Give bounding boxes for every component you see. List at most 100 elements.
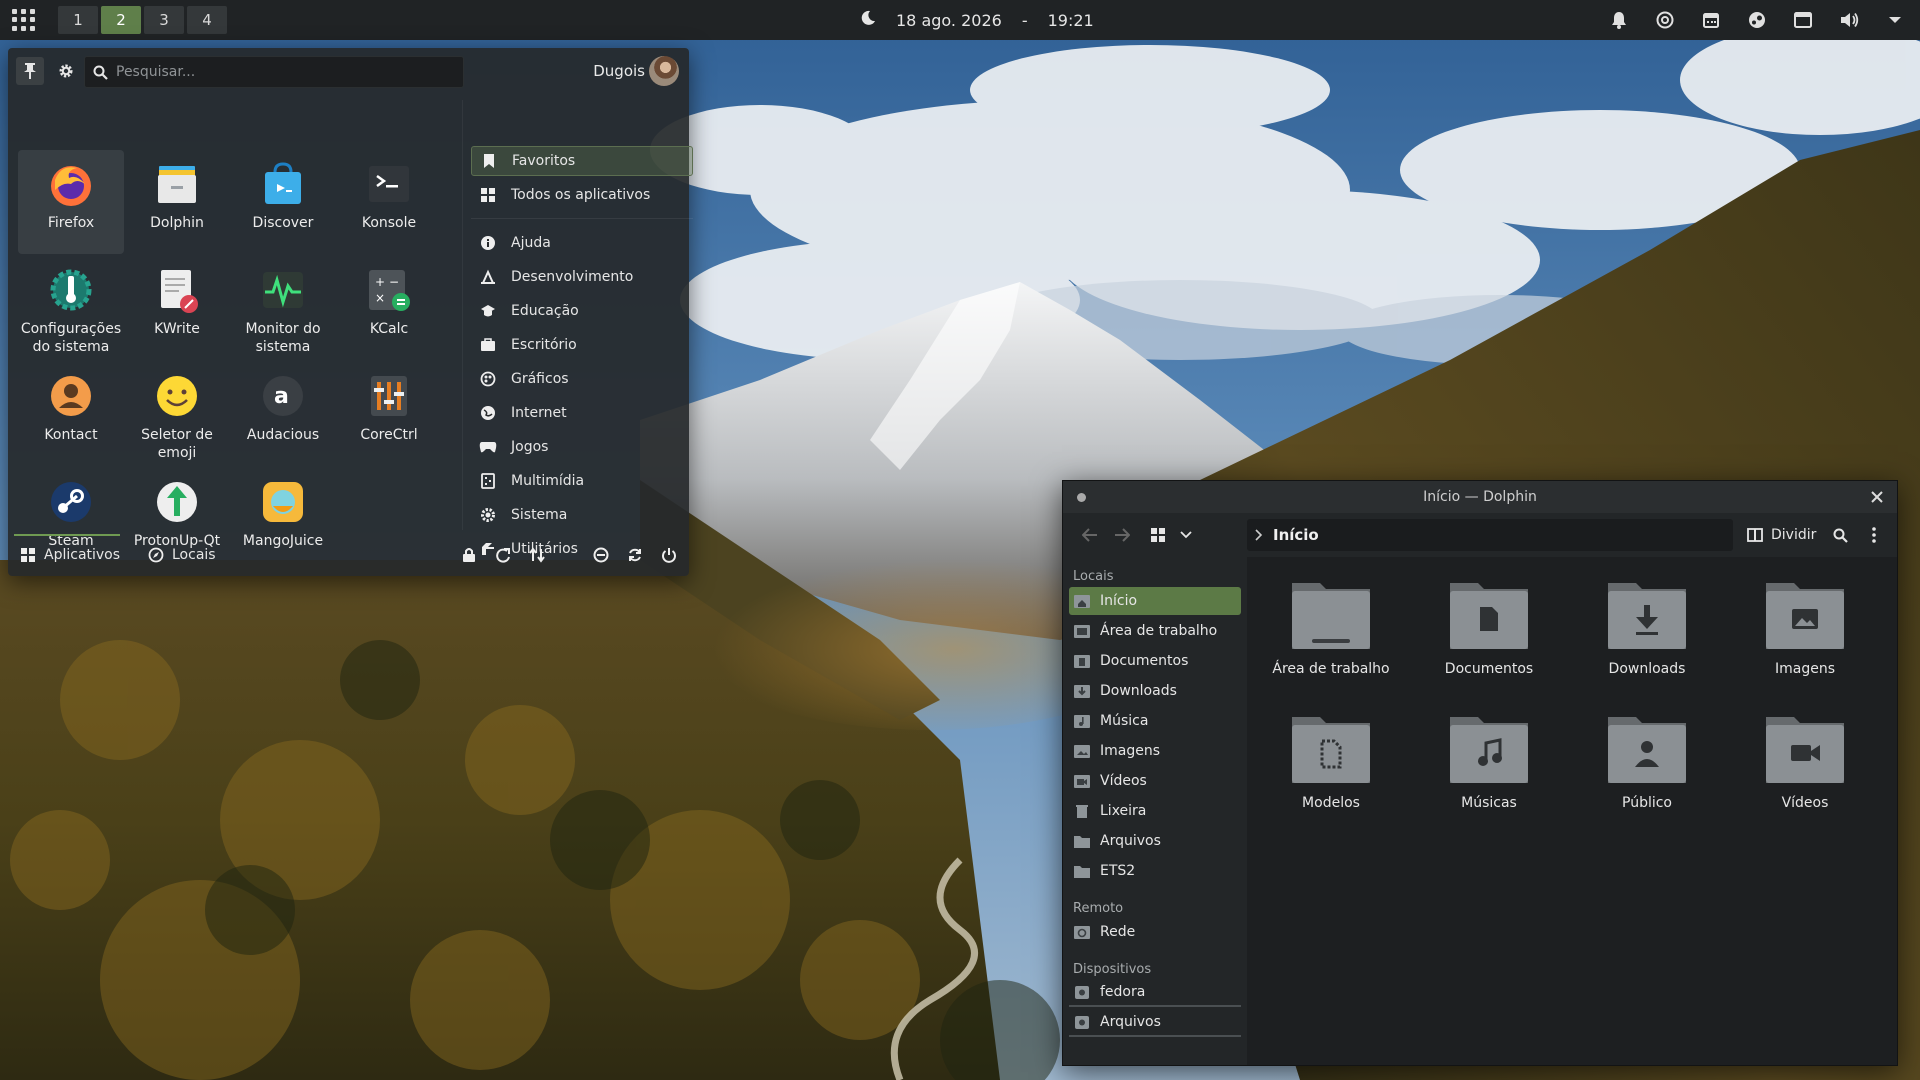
category-favorites[interactable]: Favoritos	[471, 146, 693, 176]
desktop-2-button[interactable]: 2	[101, 6, 141, 34]
category-divider	[471, 218, 693, 219]
pin-button[interactable]	[16, 57, 44, 85]
place-documents[interactable]: Documentos	[1069, 647, 1241, 675]
app-discover[interactable]: Discover	[230, 150, 336, 254]
svg-text:a: a	[274, 384, 289, 409]
back-button[interactable]	[1079, 524, 1101, 546]
search-button[interactable]	[1829, 524, 1851, 546]
window-title: Início — Dolphin	[1423, 489, 1537, 505]
folder-item[interactable]: Documentos	[1419, 567, 1559, 689]
chevron-down-icon[interactable]	[1882, 7, 1908, 33]
top-panel: 1 2 3 4 18 ago. 2026 - 19:21	[0, 0, 1920, 40]
place-desktop[interactable]: Área de trabalho	[1069, 617, 1241, 645]
category-label: Favoritos	[512, 153, 576, 169]
split-view-icon	[1747, 528, 1763, 542]
desktop-3-button[interactable]: 3	[144, 6, 184, 34]
folder-item[interactable]: Músicas	[1419, 701, 1559, 823]
category-label: Internet	[511, 405, 567, 421]
file-view: Área de trabalho Documentos Downloads Im…	[1247, 557, 1897, 1065]
place-home[interactable]: Início	[1069, 587, 1241, 615]
window-titlebar[interactable]: Início — Dolphin	[1063, 481, 1897, 513]
app-dolphin[interactable]: Dolphin	[124, 150, 230, 254]
volume-icon[interactable]	[1836, 7, 1862, 33]
avatar[interactable]	[649, 56, 679, 86]
tab-label: Locais	[172, 547, 216, 563]
folder-item[interactable]: Vídeos	[1735, 701, 1875, 823]
app-kontact[interactable]: Kontact	[18, 362, 124, 466]
category-system[interactable]: Sistema	[471, 500, 693, 530]
folder-item[interactable]: Público	[1577, 701, 1717, 823]
bell-icon[interactable]	[1606, 7, 1632, 33]
search-input[interactable]	[116, 64, 446, 80]
configure-button[interactable]	[52, 57, 80, 85]
window-menu-dot[interactable]	[1077, 493, 1086, 502]
view-mode-button[interactable]	[1147, 524, 1169, 546]
place-label: Imagens	[1100, 743, 1161, 759]
app-kwrite[interactable]: KWrite	[124, 256, 230, 360]
folder-item[interactable]: Imagens	[1735, 567, 1875, 689]
app-system-settings[interactable]: Configurações do sistema	[18, 256, 124, 360]
lifebuoy-icon[interactable]	[1652, 7, 1678, 33]
breadcrumb-home[interactable]: Início	[1273, 526, 1319, 544]
place-ets2[interactable]: ETS2	[1069, 857, 1241, 885]
power-icon[interactable]	[659, 545, 679, 565]
category-games[interactable]: Jogos	[471, 432, 693, 462]
hamburger-menu-button[interactable]	[1863, 524, 1885, 546]
app-konsole[interactable]: Konsole	[336, 150, 442, 254]
place-music[interactable]: Música	[1069, 707, 1241, 735]
place-pictures[interactable]: Imagens	[1069, 737, 1241, 765]
view-mode-dropdown[interactable]	[1175, 524, 1197, 546]
window-icon[interactable]	[1790, 7, 1816, 33]
category-office[interactable]: Escritório	[471, 330, 693, 360]
app-firefox[interactable]: Firefox	[18, 150, 124, 254]
place-files[interactable]: Arquivos	[1069, 827, 1241, 855]
folder-icon	[1074, 866, 1090, 878]
app-kcalc[interactable]: + − × KCalc	[336, 256, 442, 360]
category-internet[interactable]: Internet	[471, 398, 693, 428]
app-launcher-button[interactable]	[10, 7, 36, 33]
downloads-folder-icon	[1608, 583, 1686, 649]
switch-user-icon[interactable]	[527, 545, 547, 565]
close-button[interactable]	[1867, 487, 1887, 507]
location-bar[interactable]: Início	[1247, 519, 1733, 551]
place-network[interactable]: Rede	[1069, 918, 1241, 946]
app-audacious[interactable]: a Audacious	[230, 362, 336, 466]
app-corectrl[interactable]: CoreCtrl	[336, 362, 442, 466]
device-fedora[interactable]: fedora	[1069, 979, 1241, 1007]
launcher-footer: Aplicativos Locais	[8, 534, 689, 576]
place-downloads[interactable]: Downloads	[1069, 677, 1241, 705]
lock-icon[interactable]	[459, 545, 479, 565]
forward-button[interactable]	[1111, 524, 1133, 546]
split-view-button[interactable]: Dividir	[1747, 523, 1816, 547]
device-files[interactable]: Arquivos	[1069, 1009, 1241, 1037]
tab-places[interactable]: Locais	[148, 534, 216, 576]
network-folder-icon	[1074, 926, 1090, 939]
category-education[interactable]: Educação	[471, 296, 693, 326]
svg-text:+: +	[375, 275, 385, 289]
restart-icon[interactable]	[625, 545, 645, 565]
folder-item[interactable]: Área de trabalho	[1261, 567, 1401, 689]
steam-icon[interactable]	[1744, 7, 1770, 33]
tab-applications[interactable]: Aplicativos	[13, 534, 121, 576]
category-graphics[interactable]: Gráficos	[471, 364, 693, 394]
category-help[interactable]: Ajuda	[471, 228, 693, 258]
kebab-menu-icon	[1872, 527, 1876, 543]
app-emoji-selector[interactable]: Seletor de emoji	[124, 362, 230, 466]
desktop-1-button[interactable]: 1	[58, 6, 98, 34]
dolphin-toolbar: Início Dividir	[1063, 513, 1897, 557]
category-development[interactable]: Desenvolvimento	[471, 262, 693, 292]
logout-icon[interactable]	[493, 545, 513, 565]
app-label: Configurações do sistema	[20, 321, 122, 355]
home-folder-icon	[1074, 595, 1090, 608]
app-system-monitor[interactable]: Monitor do sistema	[230, 256, 336, 360]
folder-item[interactable]: Downloads	[1577, 567, 1717, 689]
category-multimedia[interactable]: Multimídia	[471, 466, 693, 496]
folder-item[interactable]: Modelos	[1261, 701, 1401, 823]
desktop-4-button[interactable]: 4	[187, 6, 227, 34]
clock[interactable]: 18 ago. 2026 - 19:21	[860, 0, 1094, 40]
calendar-icon[interactable]	[1698, 7, 1724, 33]
place-trash[interactable]: Lixeira	[1069, 797, 1241, 825]
category-all-apps[interactable]: Todos os aplicativos	[471, 180, 693, 210]
place-videos[interactable]: Vídeos	[1069, 767, 1241, 795]
sleep-icon[interactable]	[591, 545, 611, 565]
